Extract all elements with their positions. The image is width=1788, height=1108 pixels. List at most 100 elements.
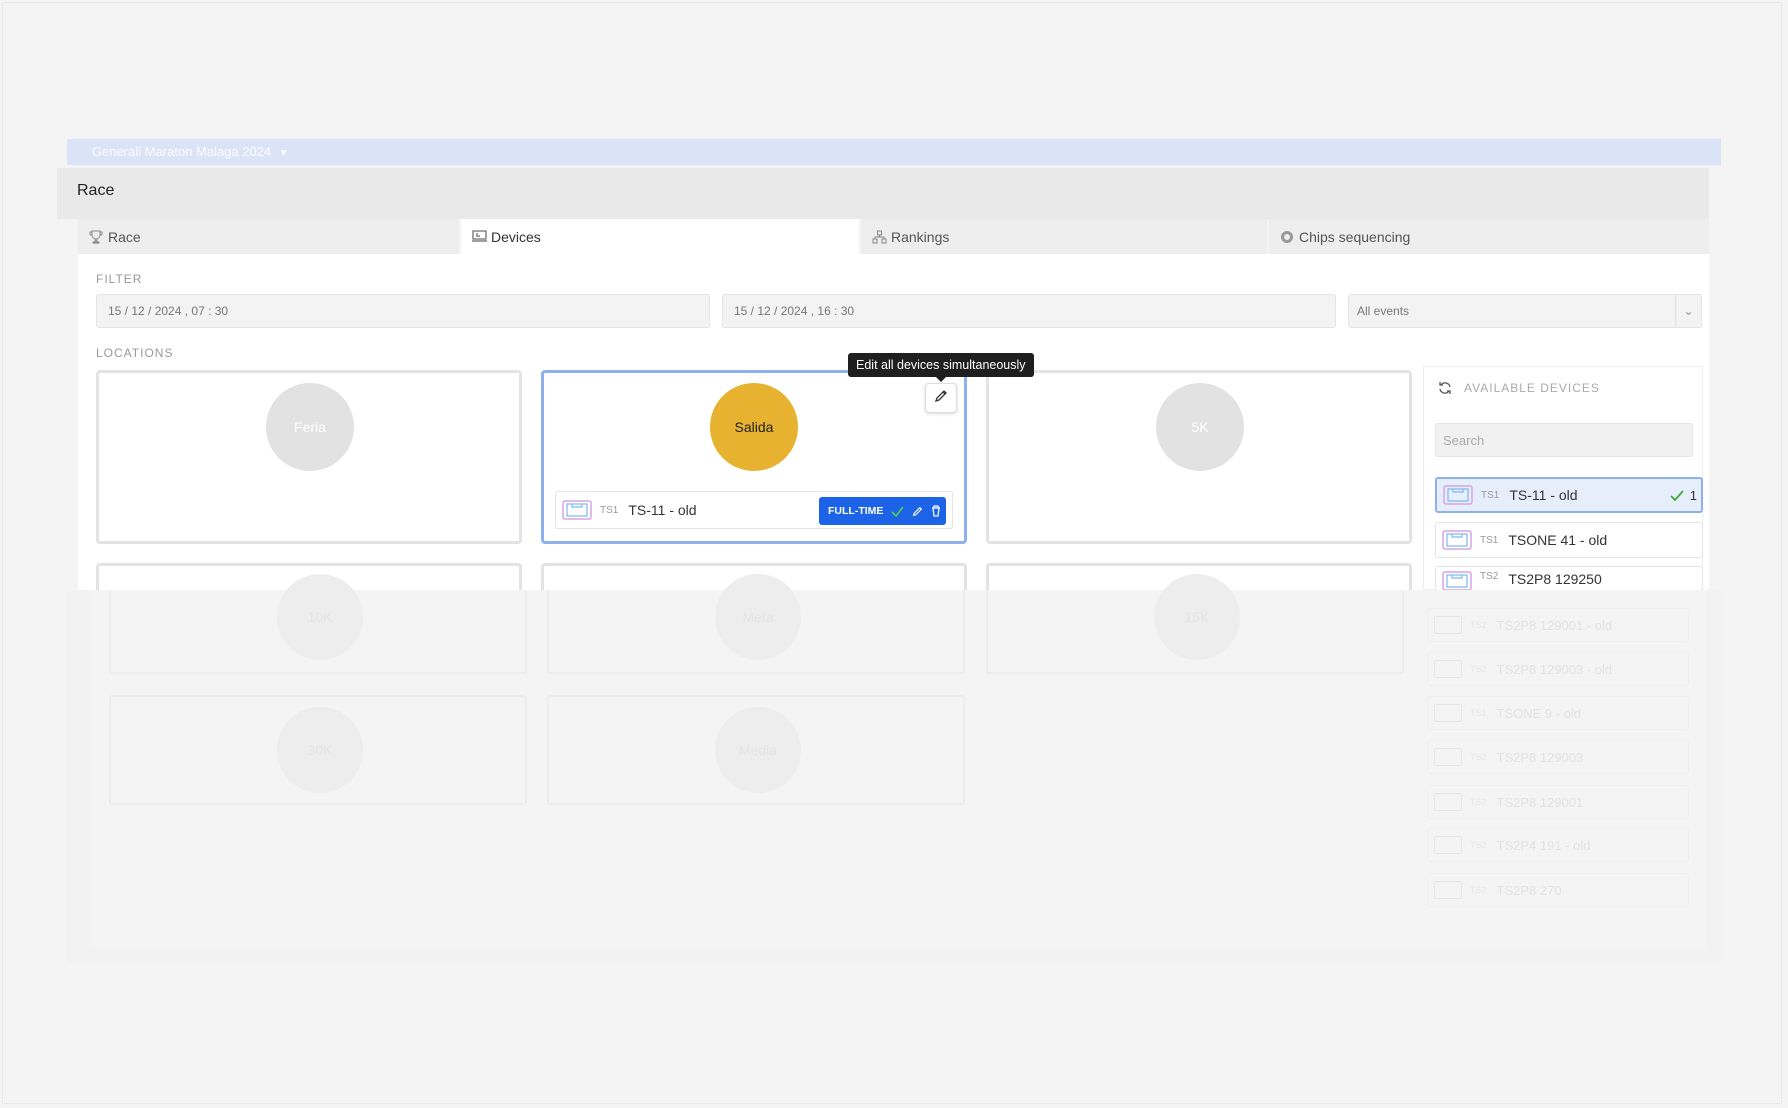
race-select-label: Generali Maraton Malaga 2024	[92, 144, 272, 159]
locations-label: LOCATIONS	[96, 346, 174, 360]
filter-label: FILTER	[96, 272, 143, 286]
edit-all-devices-button[interactable]	[925, 383, 957, 413]
available-device-item[interactable]: TS2 TS2P8 129250	[1435, 566, 1703, 591]
assigned-count-value: 1	[1689, 488, 1697, 503]
device-icon	[1434, 793, 1462, 811]
device-icon	[1434, 616, 1462, 634]
device-code: TS1	[1480, 534, 1499, 546]
fulltime-badge: FULL-TIME	[819, 497, 946, 525]
available-devices-title: AVAILABLE DEVICES	[1464, 381, 1600, 395]
pencil-icon	[934, 389, 948, 408]
device-icon	[1442, 530, 1472, 550]
tab-chips-sequencing[interactable]: Chips sequencing	[1269, 219, 1709, 254]
events-select[interactable]: All events ⌄	[1348, 294, 1702, 328]
faded-device-item: TS1 TSONE 9 - old	[1427, 696, 1689, 730]
device-name: TS2P8 129250	[1508, 571, 1602, 587]
chip-icon	[1279, 229, 1295, 245]
device-code: TS2	[1470, 752, 1487, 762]
faded-device-item: TS2 TS2P8 270	[1427, 873, 1689, 907]
refresh-icon[interactable]	[1438, 381, 1452, 395]
filter-end-datetime[interactable]: 15 / 12 / 2024 , 16 : 30	[722, 294, 1336, 328]
edit-all-tooltip: Edit all devices simultaneously	[848, 353, 1034, 382]
device-code: TS2	[1480, 571, 1499, 582]
device-code: TS2	[1470, 664, 1487, 674]
location-circle: Feria	[266, 383, 354, 471]
events-select-value: All events	[1357, 304, 1410, 318]
device-icon	[1434, 836, 1462, 854]
device-name: TS2P8 129001 - old	[1496, 617, 1613, 633]
faded-device-item: TS2 TS2P8 129001	[1427, 785, 1689, 819]
device-code: TS1	[1470, 708, 1487, 718]
tab-race[interactable]: Race	[78, 219, 461, 254]
device-icon	[1442, 571, 1472, 591]
hierarchy-icon	[871, 229, 887, 245]
device-icon	[562, 500, 592, 520]
available-device-item[interactable]: TS1 TS-11 - old 1	[1435, 477, 1703, 513]
location-circle: 5K	[1156, 383, 1244, 471]
check-icon[interactable]	[891, 506, 905, 517]
chevron-down-icon: ▼	[278, 148, 289, 159]
faded-device-item: TS2 TS2P4 191 - old	[1427, 828, 1689, 862]
tab-chips-sequencing-label: Chips sequencing	[1299, 228, 1411, 245]
location-circle: Salida	[710, 383, 798, 471]
location-card-5k[interactable]: 5K	[986, 370, 1412, 544]
device-name: TS-11 - old	[628, 502, 697, 518]
check-icon	[1670, 489, 1684, 502]
device-icon	[1443, 485, 1473, 505]
location-circle: Meta	[715, 574, 801, 660]
race-select-dropdown[interactable]: Generali Maraton Malaga 2024 ▼	[92, 144, 289, 159]
device-name: TS2P8 129003	[1496, 749, 1584, 765]
filter-start-datetime[interactable]: 15 / 12 / 2024 , 07 : 30	[96, 294, 710, 328]
faded-device-item: TS2 TS2P8 129003 - old	[1427, 652, 1689, 686]
device-name: TSONE 41 - old	[1508, 532, 1608, 548]
device-name: TS-11 - old	[1509, 487, 1578, 503]
device-code: TS2	[1470, 840, 1487, 850]
device-search-input[interactable]: Search	[1435, 423, 1693, 457]
device-code: TS1	[1481, 489, 1500, 501]
faded-location-card: 10K	[109, 574, 527, 674]
device-name: TSONE 9 - old	[1496, 705, 1582, 721]
tab-devices-label: Devices	[491, 228, 541, 245]
fulltime-label: FULL-TIME	[828, 505, 884, 517]
faded-device-item: TS2 TS2P8 129003	[1427, 740, 1689, 774]
pencil-icon[interactable]	[912, 506, 923, 517]
location-circle: 15K	[1154, 574, 1240, 660]
device-code: TS1	[600, 504, 619, 516]
tab-rankings[interactable]: Rankings	[861, 219, 1269, 254]
faded-device-item: TS2 TS2P8 129001 - old	[1427, 608, 1689, 642]
panel-title: Race	[77, 182, 115, 199]
faded-location-card: 30K	[109, 695, 527, 805]
device-icon	[1434, 704, 1462, 722]
chevron-down-icon: ⌄	[1675, 295, 1701, 327]
device-icon	[1434, 748, 1462, 766]
trash-icon[interactable]	[931, 505, 941, 517]
location-circle: Media	[715, 707, 801, 793]
device-name: TS2P8 129003 - old	[1496, 661, 1613, 677]
location-card-salida[interactable]: Salida TS1 TS-11 - old FULL-TIME	[541, 370, 967, 544]
faded-location-card: 15K	[986, 574, 1404, 674]
device-icon	[1434, 881, 1462, 899]
device-name: TS2P4 191 - old	[1496, 837, 1591, 853]
tab-bar: Race Devices Rankings Chips sequencing	[78, 219, 1709, 254]
assigned-device-row[interactable]: TS1 TS-11 - old FULL-TIME	[555, 491, 953, 529]
device-code: TS2	[1470, 797, 1487, 807]
race-selector-bar: Generali Maraton Malaga 2024 ▼	[67, 139, 1721, 165]
tab-rankings-label: Rankings	[891, 228, 950, 245]
available-device-item[interactable]: TS1 TSONE 41 - old	[1435, 522, 1703, 558]
location-card-feria[interactable]: Feria	[96, 370, 522, 544]
devices-icon	[471, 229, 487, 245]
available-devices-panel: AVAILABLE DEVICES Search TS1 TS-11 - old…	[1423, 366, 1703, 591]
location-circle: 30K	[277, 707, 363, 793]
tab-devices[interactable]: Devices	[461, 219, 861, 254]
location-circle: 10K	[277, 574, 363, 660]
device-code: TS2	[1470, 885, 1487, 895]
tab-race-label: Race	[108, 228, 141, 245]
faded-location-card: Media	[547, 695, 965, 805]
device-icon	[1434, 660, 1462, 678]
assigned-count: 1	[1670, 488, 1697, 503]
device-code: TS2	[1470, 620, 1487, 630]
trophy-icon	[88, 229, 104, 245]
available-devices-header: AVAILABLE DEVICES	[1438, 381, 1600, 395]
race-panel-header: Race	[57, 168, 1709, 219]
faded-location-card: Meta	[547, 574, 965, 674]
